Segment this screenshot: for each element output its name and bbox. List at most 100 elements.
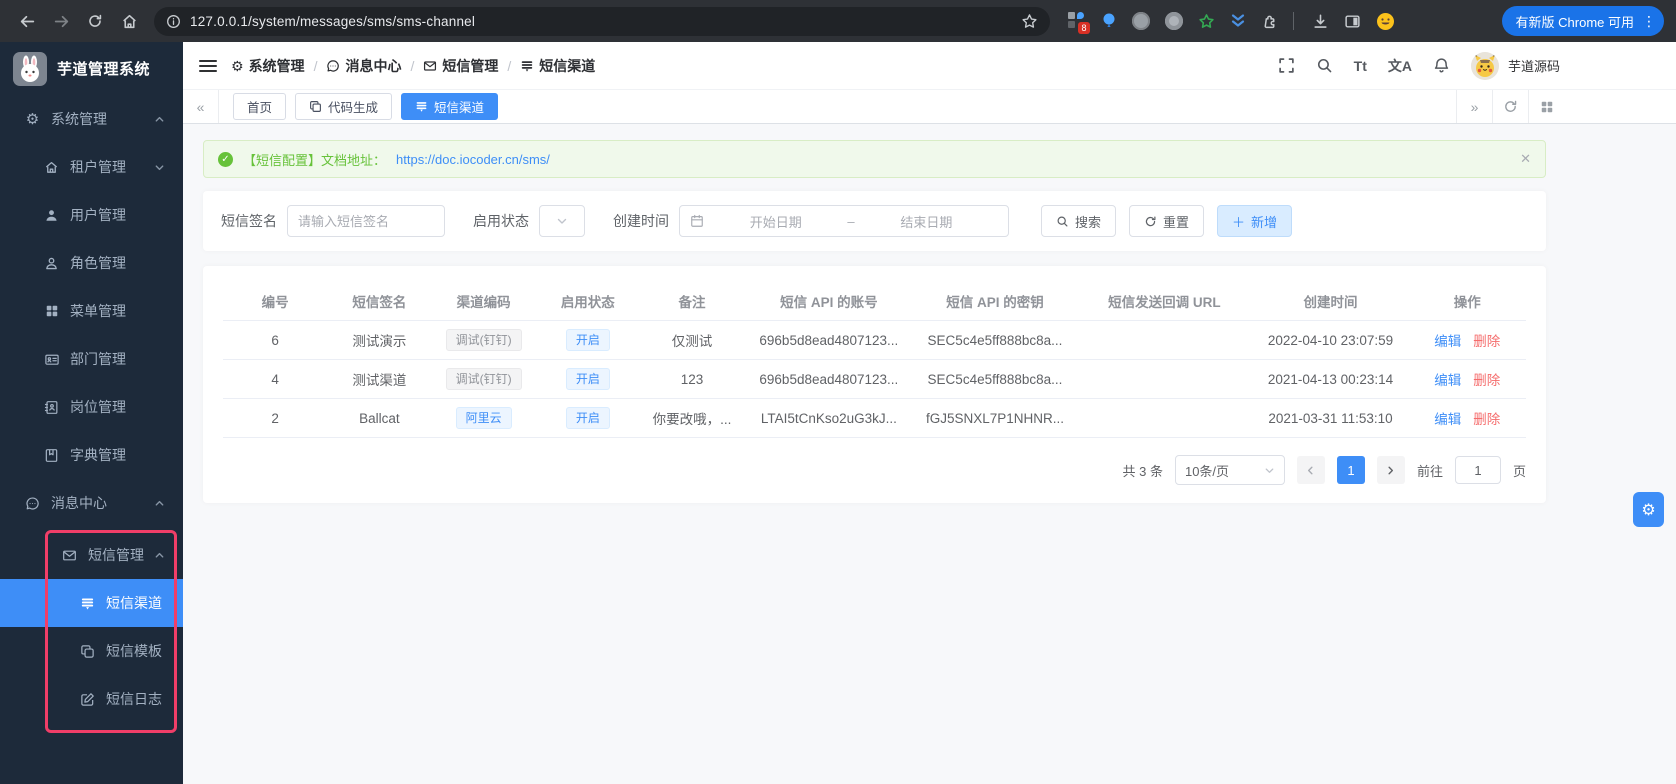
bookmark-star-icon[interactable] [1021, 13, 1038, 30]
sidebar-item-post-management[interactable]: 岗位管理 [0, 383, 183, 431]
gear-icon: ⚙ [231, 57, 244, 74]
scroll-tabs-right-icon[interactable]: » [1456, 90, 1492, 123]
sidebar-item-role-management[interactable]: 角色管理 [0, 239, 183, 287]
create-time-label: 创建时间 [613, 213, 669, 229]
home-icon[interactable] [114, 6, 144, 36]
extensions-puzzle-icon[interactable] [1261, 13, 1278, 30]
breadcrumb-separator: / [410, 57, 415, 74]
font-size-icon[interactable]: Tt [1354, 58, 1367, 74]
plus-icon: ＋ [1232, 214, 1246, 230]
channel-tag: 调试(钉钉) [445, 329, 522, 351]
sidebar-item-department-management[interactable]: 部门管理 [0, 335, 183, 383]
status-select[interactable] [539, 205, 585, 237]
app-logo-rabbit [13, 51, 47, 86]
forward-icon[interactable] [46, 6, 76, 36]
sidebar-item-menu-management[interactable]: 菜单管理 [0, 287, 183, 335]
sidebar-item-sms-template[interactable]: 短信模板 [0, 627, 183, 675]
add-button[interactable]: ＋ 新增 [1217, 205, 1293, 237]
back-icon[interactable] [12, 6, 42, 36]
user-avatar[interactable] [1470, 51, 1499, 80]
breadcrumb-sms-management[interactable]: 短信管理 [423, 56, 498, 76]
sidebar-collapse-icon[interactable] [199, 59, 217, 72]
edit-link[interactable]: 编辑 [1434, 334, 1461, 349]
profile-emoji-icon[interactable] [1376, 12, 1395, 31]
mail-icon [61, 548, 78, 563]
tab-home[interactable]: 首页 [233, 93, 287, 120]
username-label[interactable]: 芋道源码 [1508, 56, 1560, 75]
page-number-current[interactable]: 1 [1336, 456, 1365, 484]
end-date-placeholder[interactable]: 结束日期 [855, 212, 998, 231]
breadcrumb-message-center[interactable]: 消息中心 [326, 56, 401, 76]
split-screen-icon[interactable] [1344, 13, 1361, 30]
date-range-picker[interactable]: 开始日期 – 结束日期 [679, 205, 1009, 237]
extension-badge: 8 [1078, 22, 1090, 34]
chevron-up-icon [154, 550, 165, 561]
breadcrumb-sms-channel[interactable]: 短信渠道 [520, 56, 595, 76]
status-badge: 开启 [565, 329, 610, 351]
fullscreen-icon[interactable] [1278, 57, 1295, 74]
sidebar-item-sms-log[interactable]: 短信日志 [0, 675, 183, 723]
sidebar-item-system-management[interactable]: ⚙ 系统管理 [0, 95, 183, 143]
table-header-row: 编号 短信签名 渠道编码 启用状态 备注 短信 API 的账号 短信 API 的… [223, 282, 1526, 321]
sms-channel-icon [520, 59, 534, 73]
doc-link[interactable]: https://doc.iocoder.cn/sms/ [396, 152, 550, 167]
edit-log-icon [79, 692, 96, 707]
reset-button[interactable]: 重置 [1129, 205, 1205, 237]
tab-sms-channel[interactable]: 短信渠道 [401, 93, 499, 120]
search-button[interactable]: 搜索 [1041, 205, 1117, 237]
contact-book-icon [43, 400, 60, 415]
sidebar-item-dict-management[interactable]: 字典管理 [0, 431, 183, 479]
sidebar-item-message-center[interactable]: 消息中心 [0, 479, 183, 527]
settings-drawer-gear-icon[interactable]: ⚙ [1633, 492, 1664, 527]
delete-link[interactable]: 删除 [1473, 412, 1500, 427]
date-range-separator: – [847, 213, 855, 229]
mail-icon [423, 59, 437, 73]
notification-bell-icon[interactable] [1433, 57, 1450, 74]
breadcrumb-system-management[interactable]: ⚙ 系统管理 [231, 56, 305, 76]
goto-label: 前往 [1416, 463, 1443, 479]
alert-text: 【短信配置】文档地址： [243, 152, 387, 168]
address-bar[interactable]: 127.0.0.1/system/messages/sms/sms-channe… [154, 6, 1050, 36]
green-star-extension-icon[interactable] [1198, 13, 1215, 30]
start-date-placeholder[interactable]: 开始日期 [704, 212, 847, 231]
search-icon[interactable] [1316, 57, 1333, 74]
prev-page-button[interactable] [1296, 456, 1325, 484]
scroll-tabs-left-icon[interactable]: « [183, 90, 219, 123]
tabs-bar: « 首页 代码生成 短信渠道 » [183, 90, 1676, 124]
downloads-icon[interactable] [1312, 13, 1329, 30]
sms-channel-icon [415, 100, 428, 113]
reload-icon[interactable] [80, 6, 110, 36]
chrome-update-button[interactable]: 有新版 Chrome 可用 ⋮ [1501, 6, 1664, 36]
app-logo-row[interactable]: 芋道管理系统 [0, 42, 183, 95]
sidebar-item-sms-management[interactable]: 短信管理 [0, 531, 183, 579]
sidebar-item-tenant-management[interactable]: 租户管理 [0, 143, 183, 191]
delete-link[interactable]: 删除 [1473, 334, 1500, 349]
tab-code-generation[interactable]: 代码生成 [295, 93, 393, 120]
goto-page-input[interactable] [1454, 456, 1501, 484]
language-icon[interactable]: 文A [1388, 56, 1412, 76]
chat-bubble-icon [326, 59, 340, 73]
sphere-extension-icon[interactable] [1132, 12, 1150, 30]
tab-layout-grid-icon[interactable] [1528, 90, 1564, 123]
double-chevron-extension-icon[interactable] [1230, 13, 1246, 29]
next-page-button[interactable] [1376, 456, 1405, 484]
refresh-tab-icon[interactable] [1492, 90, 1528, 123]
app-title: 芋道管理系统 [57, 61, 151, 78]
delete-link[interactable]: 删除 [1473, 373, 1500, 388]
signature-input[interactable] [287, 205, 445, 237]
site-info-icon[interactable] [166, 14, 181, 29]
col-actions: 操作 [1453, 295, 1481, 310]
sidebar-item-sms-channel[interactable]: 短信渠道 [0, 579, 183, 627]
sidebar: 芋道管理系统 ⚙ 系统管理 租户管理 用户管理 角色管理 菜单管理 部门管理 岗… [0, 42, 183, 784]
edit-link[interactable]: 编辑 [1434, 373, 1461, 388]
edit-link[interactable]: 编辑 [1434, 412, 1461, 427]
sidebar-item-user-management[interactable]: 用户管理 [0, 191, 183, 239]
browser-menu-icon[interactable]: ⋮ [1642, 14, 1656, 28]
ring-extension-icon[interactable] [1165, 12, 1183, 30]
close-icon[interactable]: ✕ [1520, 151, 1531, 167]
page-size-select[interactable]: 10条/页 [1174, 455, 1285, 485]
user-outline-icon [43, 256, 60, 271]
balloon-extension-icon[interactable] [1101, 12, 1117, 30]
refresh-icon [1144, 215, 1157, 228]
pixel-extension-icon[interactable]: 8 [1068, 12, 1090, 34]
